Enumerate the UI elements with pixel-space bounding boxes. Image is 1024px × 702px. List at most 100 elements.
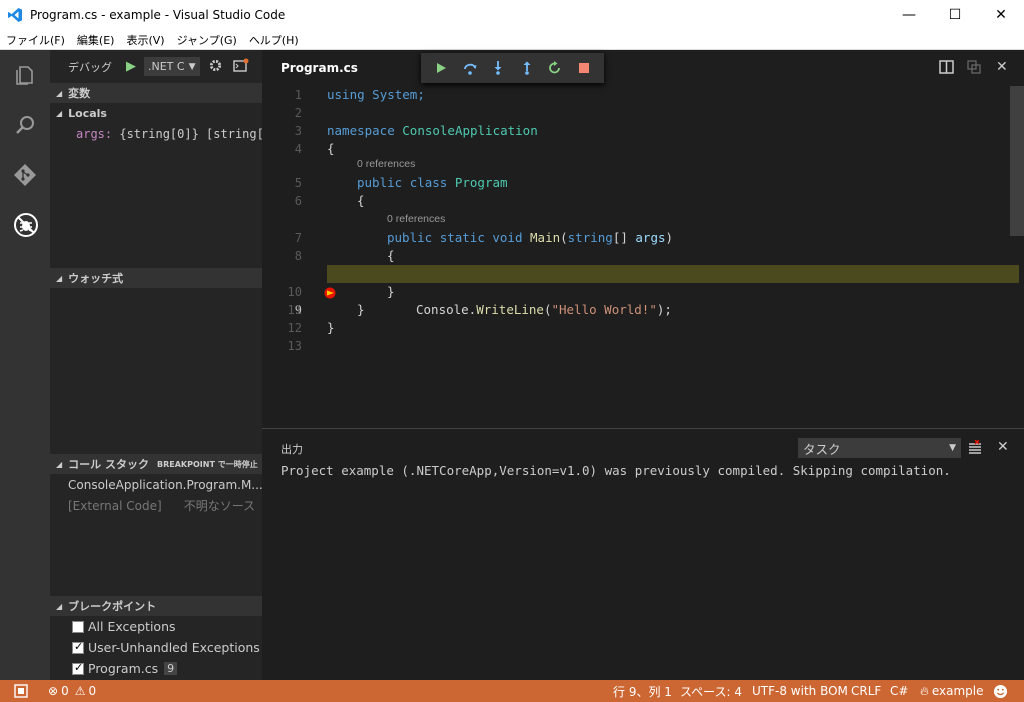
paused-badge: BREAKPOINT で一時停止 <box>157 459 258 469</box>
line-number: 10 <box>287 285 302 299</box>
breakpoint-label: All Exceptions <box>88 619 176 634</box>
debug-settings-button[interactable] <box>208 58 223 76</box>
close-panel-button[interactable]: ✕ <box>997 439 1009 455</box>
feedback-smiley-button[interactable] <box>993 680 1008 702</box>
git-button[interactable] <box>0 150 50 200</box>
menu-help[interactable]: ヘルプ(H) <box>243 32 305 48</box>
start-debug-button[interactable]: ▶ <box>126 59 136 74</box>
debug-config-value: .NET C <box>148 60 185 73</box>
line-number: 8 <box>294 249 302 263</box>
step-out-icon <box>523 61 531 75</box>
search-button[interactable] <box>0 100 50 150</box>
code-line: 4{ <box>262 140 1024 158</box>
code-line: 8{ <box>262 247 1024 265</box>
token: [] <box>612 230 628 245</box>
open-changes-button[interactable] <box>967 60 982 77</box>
cursor-position[interactable]: 行 9、列 1 <box>613 680 672 702</box>
language-mode[interactable]: C# <box>890 680 908 702</box>
output-channel-select[interactable]: タスク ▼ <box>798 438 961 458</box>
restart-button[interactable] <box>545 58 565 78</box>
debug-title: デバッグ <box>68 60 112 74</box>
open-repl-button[interactable] <box>233 58 249 75</box>
step-out-button[interactable] <box>517 58 537 78</box>
debug-config-select[interactable]: .NET C ▼ <box>144 57 200 76</box>
locals-scope[interactable]: ◢ Locals <box>50 103 262 124</box>
watch-section-header[interactable]: ◢ ウォッチ式 <box>50 268 262 288</box>
indentation[interactable]: スペース: 4 <box>680 680 742 702</box>
activity-bar <box>0 50 50 680</box>
split-editor-button[interactable] <box>939 60 954 77</box>
step-into-button[interactable] <box>488 58 508 78</box>
code-line: 6{ <box>262 192 1024 210</box>
output-channel-value: タスク <box>803 441 841 457</box>
breakpoint-item[interactable]: Program.cs 9 <box>50 658 262 679</box>
stack-frame-external[interactable]: [External Code] 不明なソース <box>50 495 262 516</box>
code-lens-references[interactable]: 0 references <box>357 158 415 170</box>
stack-frame[interactable]: ConsoleApplication.Program.M... <box>50 474 263 495</box>
breakpoint-item[interactable]: User-Unhandled Exceptions <box>50 637 262 658</box>
title-bar: Program.cs - example - Visual Studio Cod… <box>0 0 1024 30</box>
checkbox[interactable] <box>72 620 84 633</box>
menu-bar: ファイル(F) 編集(E) 表示(V) ジャンプ(G) ヘルプ(H) <box>0 30 1024 50</box>
line-number: 3 <box>294 124 302 138</box>
tab-program-cs[interactable]: Program.cs <box>262 61 358 75</box>
open-changes-icon <box>967 60 981 74</box>
breakpoint-icon[interactable] <box>264 268 336 299</box>
problems-indicator[interactable]: ⊗ 0 ⚠ 0 <box>48 680 96 702</box>
expand-icon: ◢ <box>56 109 63 118</box>
scrollbar[interactable] <box>1010 86 1024 236</box>
clear-output-button[interactable] <box>968 439 982 457</box>
close-editor-button[interactable]: ✕ <box>996 59 1008 75</box>
end-of-line[interactable]: CRLF <box>851 680 881 702</box>
line-number: 7 <box>294 231 302 245</box>
variable-args[interactable]: args: {string[0]} [string[… <box>50 124 271 144</box>
token: { <box>327 141 335 156</box>
checkbox[interactable] <box>72 661 84 675</box>
explorer-button[interactable] <box>0 50 50 100</box>
encoding[interactable]: UTF-8 with BOM <box>752 680 848 702</box>
line-number: 13 <box>287 339 302 353</box>
tab-bar: Program.cs ✕ <box>262 50 1024 86</box>
close-window-button[interactable]: ✕ <box>978 0 1024 30</box>
external-code-label: [External Code] <box>68 498 162 513</box>
variable-name: args: <box>76 127 113 141</box>
breakpoint-label: Program.cs <box>88 661 159 676</box>
checkbox[interactable] <box>72 640 84 654</box>
menu-view[interactable]: 表示(V) <box>120 32 170 48</box>
code-line: 10} <box>262 283 1024 301</box>
token: Main <box>530 230 561 245</box>
remote-icon <box>14 684 28 698</box>
menu-edit[interactable]: 編集(E) <box>71 32 121 48</box>
gear-icon <box>209 59 222 71</box>
variables-section-header[interactable]: ◢ 変数 <box>50 83 262 103</box>
step-over-button[interactable] <box>460 58 480 78</box>
maximize-button[interactable]: ☐ <box>932 0 978 30</box>
debug-view-button[interactable] <box>0 200 50 250</box>
editor-area: Program.cs ✕ 1 using System; 2 3 namespace… <box>262 50 1024 428</box>
feedback-button[interactable] <box>14 680 28 702</box>
step-over-icon <box>463 63 477 75</box>
token: System; <box>372 87 425 102</box>
code-lens-references[interactable]: 0 references <box>387 213 445 225</box>
menu-goto[interactable]: ジャンプ(G) <box>171 32 243 48</box>
code-line: 1 using System; <box>262 86 1024 104</box>
callstack-section-header[interactable]: ◢ コール スタック BREAKPOINT で一時停止 <box>50 454 262 474</box>
project-selector[interactable]: 🔥︎ example <box>920 680 983 702</box>
minimize-button[interactable]: — <box>886 0 932 30</box>
warning-count: 0 <box>88 684 97 698</box>
token: namespace <box>327 123 395 138</box>
continue-button[interactable] <box>431 58 451 78</box>
search-icon <box>16 116 34 134</box>
menu-file[interactable]: ファイル(F) <box>0 32 71 48</box>
chevron-down-icon: ▼ <box>188 61 196 72</box>
current-line-highlight: 9 Console.WriteLine("Hello World!"); <box>262 265 1024 317</box>
line-number: 12 <box>287 321 302 335</box>
token: public <box>387 230 433 245</box>
token: Program <box>454 175 508 190</box>
code-line: 5 public class Program <box>262 174 1024 192</box>
stop-button[interactable] <box>574 58 594 78</box>
breakpoint-item[interactable]: All Exceptions <box>50 616 262 637</box>
breakpoints-section-header[interactable]: ◢ ブレークポイント <box>50 596 262 616</box>
git-icon <box>14 164 36 186</box>
variable-value: {string[0]} [string[… <box>119 127 272 141</box>
